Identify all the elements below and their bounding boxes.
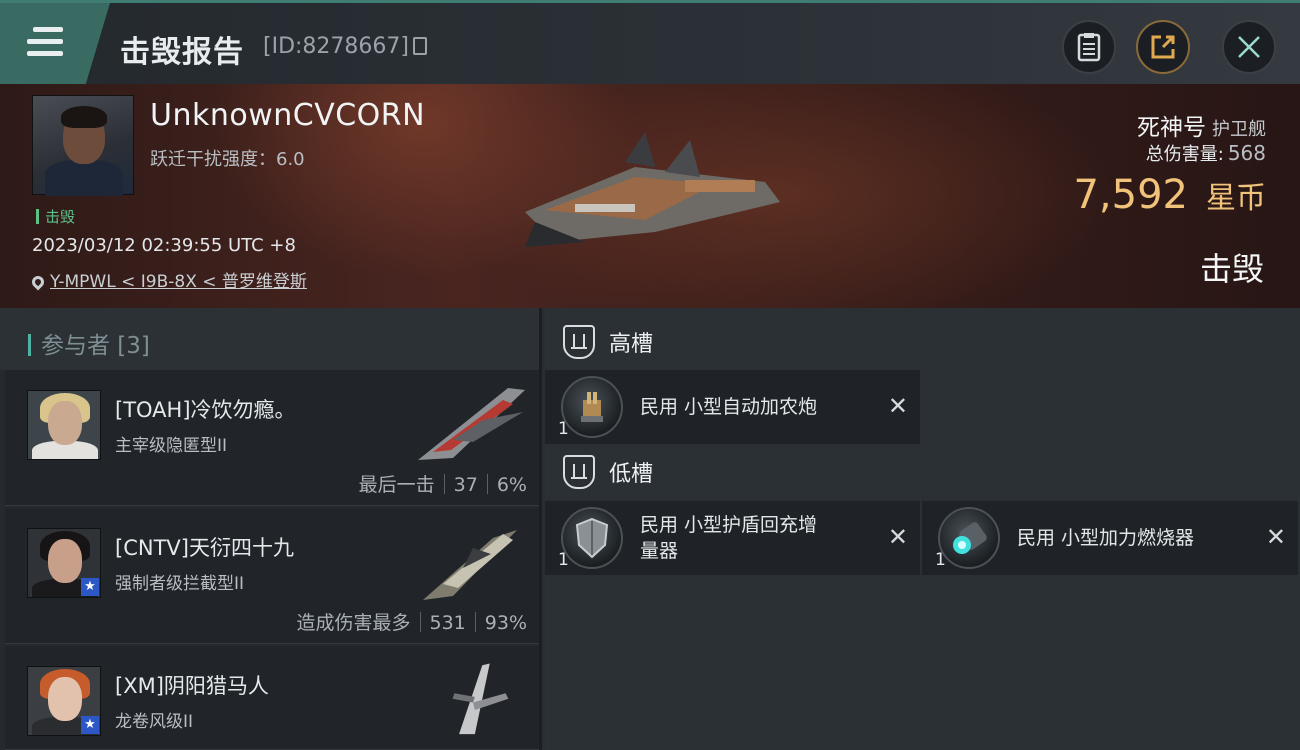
- menu-icon: [27, 27, 63, 63]
- participant-ship: 龙卷风级II: [115, 712, 194, 732]
- total-damage-value: 568: [1227, 141, 1266, 165]
- kill-id[interactable]: [ID:8278667]: [263, 34, 427, 59]
- location-link[interactable]: Y-MPWL < I9B-8X < 普罗维登斯: [50, 272, 307, 292]
- share-icon: [1151, 35, 1175, 59]
- kill-status: 击毁: [1199, 250, 1264, 288]
- isk-unit: 星币: [1206, 181, 1266, 216]
- module-name: 民用 小型自动加农炮: [640, 396, 818, 418]
- participant-row[interactable]: [TOAH]冷饮勿瘾。 主宰级隐匿型II 最后一击 37 6%: [5, 370, 539, 506]
- module-name: 民用 小型加力燃烧器: [1017, 527, 1195, 549]
- high-slot-icon: [563, 325, 595, 359]
- close-icon[interactable]: ✕: [888, 523, 908, 551]
- participant-row[interactable]: ★ [XM]阴阳猎马人 龙卷风级II: [5, 646, 539, 750]
- victim-avatar[interactable]: [32, 95, 134, 196]
- victim-ship-info[interactable]: 死神号 护卫舰: [1137, 108, 1266, 142]
- shield-recharger-icon: [561, 507, 623, 569]
- clipboard-button[interactable]: [1062, 20, 1116, 74]
- star-badge-icon: ★: [81, 578, 99, 596]
- menu-button[interactable]: [0, 3, 110, 84]
- participant-ship-image: [423, 530, 517, 600]
- victim-ship-image: [525, 132, 780, 247]
- participant-name: [TOAH]冷饮勿瘾。: [115, 398, 296, 422]
- victim-pilot-name[interactable]: UnknownCVCORN: [150, 98, 425, 133]
- close-icon[interactable]: ✕: [888, 392, 908, 420]
- top-bar: 击毁报告 [ID:8278667]: [0, 0, 1300, 84]
- participant-stats: 造成伤害最多 531 93%: [296, 608, 527, 635]
- autocannon-icon: [561, 376, 623, 438]
- afterburner-icon: [938, 507, 1000, 569]
- participant-ship: 强制者级拦截型II: [115, 574, 245, 594]
- participant-damage: 531: [429, 612, 466, 634]
- participant-avatar[interactable]: ★: [27, 528, 101, 598]
- participant-damage: 37: [453, 474, 478, 496]
- kill-id-text: [ID:8278667]: [263, 34, 409, 59]
- share-button[interactable]: [1136, 20, 1190, 74]
- clipboard-icon: [1077, 33, 1101, 62]
- participant-avatar[interactable]: ★: [27, 666, 101, 736]
- victim-ship-class: 护卫舰: [1212, 119, 1266, 140]
- kill-location[interactable]: Y-MPWL < I9B-8X < 普罗维登斯: [29, 267, 307, 292]
- module-name-line-1: 民用 小型护盾回充增: [640, 514, 818, 536]
- module-quantity: 1: [558, 419, 569, 439]
- participant-avatar[interactable]: [27, 390, 101, 460]
- low-slots-header: 低槽: [563, 452, 653, 492]
- participant-ship-image: [418, 388, 525, 460]
- module-slot[interactable]: 1 民用 小型自动加农炮 ✕: [545, 370, 920, 444]
- isk-value: 7,592: [1073, 172, 1188, 218]
- close-button[interactable]: [1222, 20, 1276, 74]
- fitting-panel: 高槽 1 民用 小型自动加农炮 ✕ 低槽 1 民用 小型护盾回充增 量器 ✕ 1…: [545, 308, 1300, 750]
- module-name: 民用 小型护盾回充增 量器: [640, 512, 817, 564]
- participant-row[interactable]: ★ [CNTV]天衍四十九 强制者级拦截型II 造成伤害最多 531 93%: [5, 508, 539, 644]
- module-slot[interactable]: 1 民用 小型护盾回充增 量器 ✕: [545, 501, 920, 575]
- participants-panel: 参与者 [3] [TOAH]冷饮勿瘾。 主宰级隐匿型II 最后一击 37 6% ★ …: [0, 308, 542, 750]
- module-name-line-2: 量器: [640, 540, 679, 562]
- high-slots-label: 高槽: [609, 332, 654, 357]
- low-slot-icon: [563, 455, 595, 489]
- participant-percent: 6%: [496, 474, 527, 496]
- participants-header: 参与者 [3]: [0, 308, 539, 370]
- participant-ship: 主宰级隐匿型II: [115, 436, 228, 456]
- participant-name: [CNTV]天衍四十九: [115, 536, 294, 560]
- low-slots-label: 低槽: [609, 462, 654, 487]
- high-slots-header: 高槽: [563, 322, 653, 362]
- total-damage-label: 总伤害量:: [1145, 144, 1224, 165]
- victim-banner: UnknownCVCORN 跃迁干扰强度：6.0 击毁 2023/03/12 0…: [0, 84, 1300, 308]
- location-pin-icon: [29, 273, 47, 291]
- module-quantity: 1: [558, 550, 569, 570]
- victim-ship-name: 死神号: [1137, 115, 1206, 141]
- participant-stat-label: 造成伤害最多: [296, 612, 411, 634]
- participant-stats: 最后一击 37 6%: [359, 470, 527, 497]
- page-title: 击毁报告: [120, 35, 244, 70]
- participant-ship-image: [452, 663, 509, 735]
- participant-name: [XM]阴阳猎马人: [115, 674, 269, 698]
- kill-tag: 击毁: [36, 206, 75, 227]
- participant-stat-label: 最后一击: [358, 474, 435, 496]
- close-icon: [1238, 36, 1260, 58]
- participant-percent: 93%: [484, 612, 527, 634]
- kill-datetime: 2023/03/12 02:39:55 UTC +8: [32, 235, 296, 256]
- module-slot[interactable]: 1 民用 小型加力燃烧器 ✕: [922, 501, 1298, 575]
- close-icon[interactable]: ✕: [1266, 523, 1286, 551]
- copy-icon[interactable]: [413, 37, 427, 55]
- total-damage: 总伤害量: 568: [1146, 140, 1266, 166]
- module-quantity: 1: [935, 550, 946, 570]
- star-badge-icon: ★: [81, 716, 99, 734]
- warp-strength: 跃迁干扰强度：6.0: [150, 149, 305, 170]
- isk-loss: 7,592 星币: [1073, 172, 1266, 218]
